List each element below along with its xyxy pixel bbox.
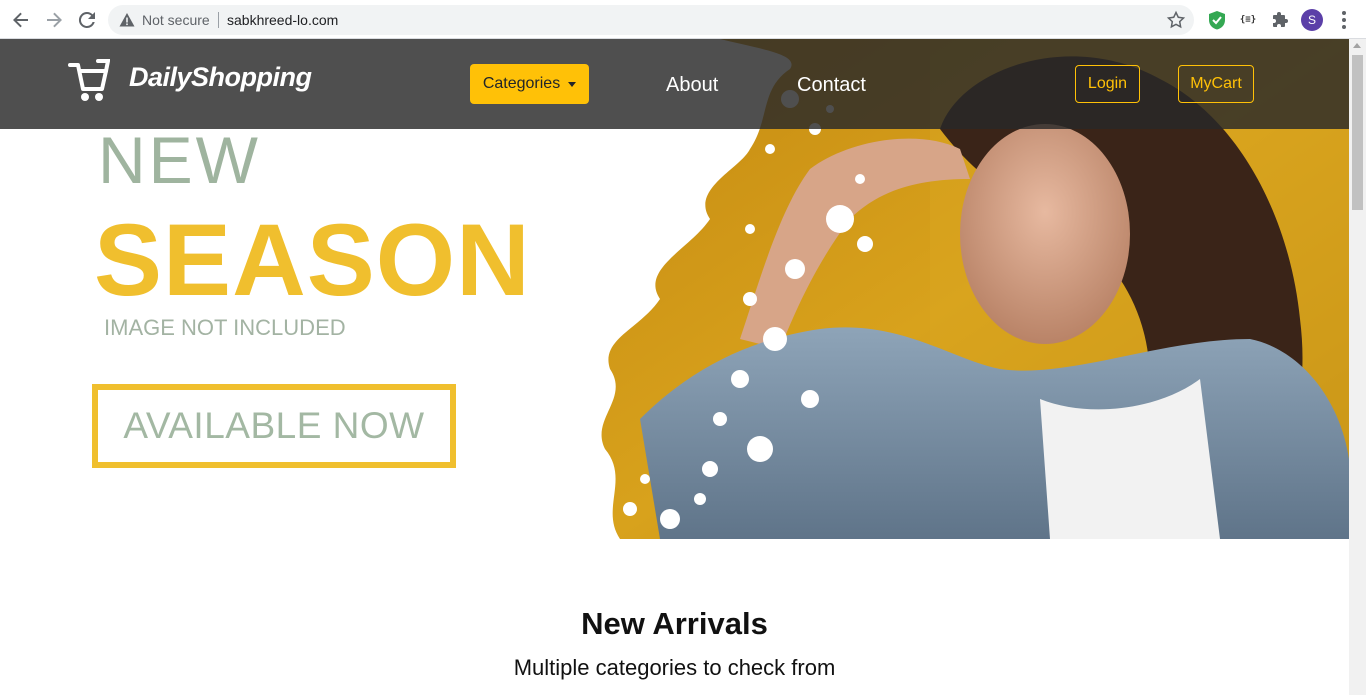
address-bar[interactable]: Not secure sabkhreed-lo.com (108, 5, 1194, 35)
extension-shield[interactable] (1206, 9, 1228, 31)
caret-down-icon (568, 81, 577, 87)
security-label[interactable]: Not secure (142, 12, 210, 28)
page-viewport: NEW SEASON IMAGE NOT INCLUDED AVAILABLE … (0, 39, 1349, 695)
mycart-button[interactable]: MyCart (1178, 65, 1254, 103)
page-scrollbar[interactable] (1349, 39, 1366, 695)
bookmark-star-icon[interactable] (1166, 10, 1186, 30)
scroll-up-icon[interactable] (1353, 43, 1361, 48)
section-title: New Arrivals (581, 606, 768, 641)
puzzle-icon (1273, 12, 1288, 27)
site-brand[interactable]: DailyShopping (129, 62, 312, 93)
hero-available-text: AVAILABLE NOW (123, 405, 425, 446)
forward-button[interactable] (42, 8, 66, 32)
hero-new-text: NEW (98, 123, 261, 197)
profile-avatar[interactable]: S (1301, 9, 1323, 31)
hero-season-text: SEASON (94, 203, 531, 317)
json-viewer-extension[interactable]: {≡} (1237, 9, 1259, 31)
shield-check-icon (1209, 11, 1225, 30)
omnibox-divider (218, 12, 219, 28)
hero-disclaimer: IMAGE NOT INCLUDED (104, 315, 346, 340)
categories-label: Categories (482, 75, 561, 92)
browser-menu-button[interactable] (1336, 9, 1352, 31)
hero-available-box: AVAILABLE NOW (92, 384, 456, 468)
login-button[interactable]: Login (1075, 65, 1140, 103)
forward-arrow-icon (47, 12, 62, 28)
categories-dropdown-button[interactable]: Categories (470, 64, 589, 104)
reload-button[interactable] (75, 8, 99, 32)
site-navbar: DailyShopping Categories About Contact L… (0, 39, 1349, 129)
section-subtitle: Multiple categories to check from (513, 655, 836, 680)
extensions-button[interactable] (1269, 9, 1291, 31)
nav-about-link[interactable]: About (666, 74, 718, 97)
back-button[interactable] (9, 8, 33, 32)
browser-toolbar: Not secure sabkhreed-lo.com {≡} S (0, 0, 1366, 39)
url-text[interactable]: sabkhreed-lo.com (227, 12, 338, 28)
back-arrow-icon (13, 12, 28, 28)
scrollbar-thumb[interactable] (1352, 55, 1363, 210)
shopping-cart-logo-icon[interactable] (68, 59, 110, 103)
reload-icon (78, 11, 95, 28)
warning-icon[interactable] (119, 12, 135, 28)
nav-contact-link[interactable]: Contact (797, 74, 866, 97)
